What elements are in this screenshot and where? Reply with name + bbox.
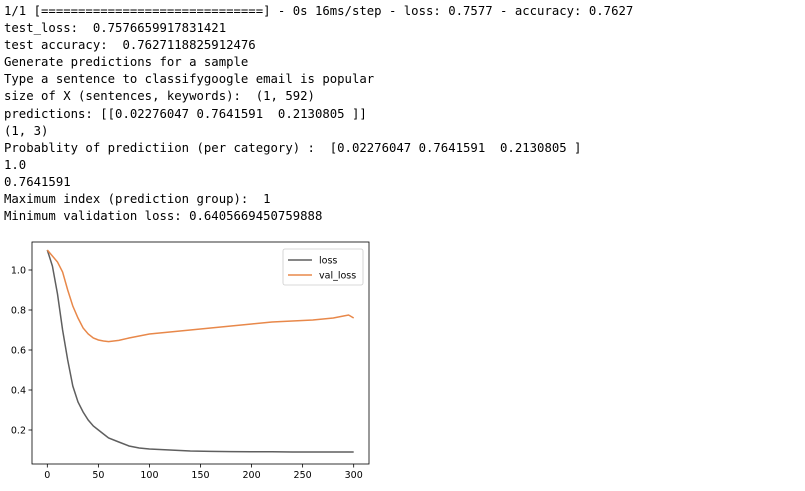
console-line: Probablity of predictiion (per category)… [4, 140, 582, 155]
console-line: test_loss: 0.7576659917831421 [4, 21, 227, 36]
x-tick-label: 200 [242, 470, 260, 481]
x-tick-label: 150 [191, 470, 209, 481]
console-line: Maximum index (prediction group): 1 [4, 192, 271, 207]
y-tick-label: 1.0 [11, 266, 26, 277]
console-line: predictions: [[0.02276047 0.7641591 0.21… [4, 106, 367, 121]
legend-label: val_loss [319, 271, 356, 282]
y-tick-label: 0.6 [11, 346, 26, 357]
x-tick-label: 50 [92, 470, 104, 481]
console-line: test accuracy: 0.7627118825912476 [4, 38, 256, 53]
console-line: size of X (sentences, keywords): (1, 592… [4, 89, 315, 104]
console-line: 0.7641591 [4, 174, 71, 189]
legend-label: loss [319, 256, 337, 267]
console-line: Type a sentence to classifygoogle email … [4, 72, 375, 87]
console-line: Generate predictions for a sample [4, 55, 249, 70]
y-tick-label: 0.4 [11, 386, 26, 397]
x-tick-label: 300 [345, 470, 363, 481]
console-output: 1/1 [==============================] - 0… [4, 3, 633, 225]
y-tick-label: 0.8 [11, 306, 26, 317]
console-line: (1, 3) [4, 123, 49, 138]
loss-chart: 0 50 100 150 200 250 300 0.2 0.4 0.6 0.8 1.0 loss val… [0, 236, 380, 486]
x-tick-label: 0 [44, 470, 50, 481]
y-tick-label: 0.2 [11, 426, 26, 437]
x-tick-label: 250 [294, 470, 312, 481]
console-line: Minimum validation loss: 0.6405669450759… [4, 209, 323, 224]
loss-chart-svg: 0 50 100 150 200 250 300 0.2 0.4 0.6 0.8 1.0 loss val… [11, 241, 370, 481]
console-line: 1.0 [4, 157, 27, 172]
x-tick-label: 100 [140, 470, 158, 481]
console-line: 1/1 [==============================] - 0… [4, 4, 634, 18]
